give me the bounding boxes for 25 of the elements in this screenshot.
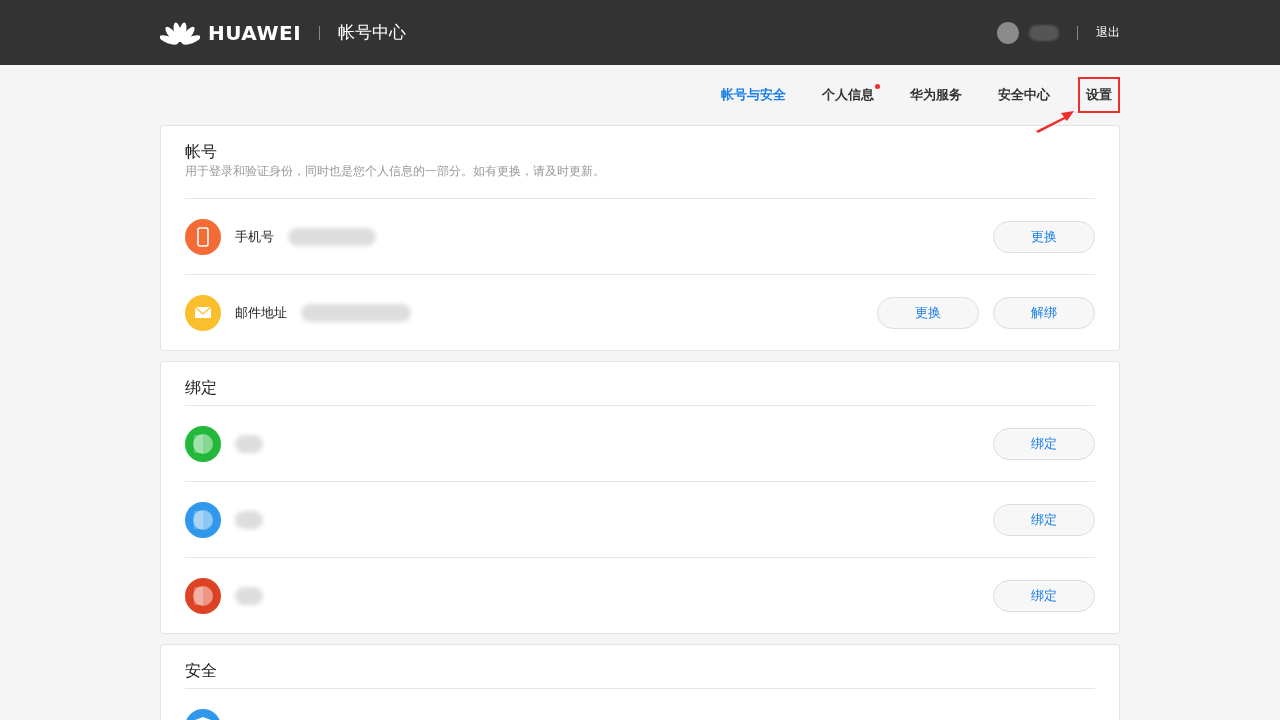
redacted-text [235,586,263,605]
action-button[interactable]: 更换 [993,220,1095,253]
avatar[interactable] [997,21,1019,44]
logout-link[interactable]: 退出 [1096,24,1120,41]
row-label: 手机号 [235,227,274,246]
section-description: 用于登录和验证身份，同时也是您个人信息的一部分。如有更换，请及时更新。 [185,163,606,180]
action-button[interactable]: 绑定 [993,503,1095,536]
nav-tab[interactable]: 个人信息 [814,77,882,113]
section-title: 安全 [185,660,218,682]
nav-tab[interactable]: 帐号与安全 [713,77,794,113]
redacted-username [1029,24,1059,41]
action-button[interactable]: 绑定 [993,427,1095,460]
page-title: 帐号中心 [338,21,407,44]
brand-name: HUAWEI [208,20,302,45]
section-title: 帐号 [185,141,218,163]
section-title: 绑定 [185,377,218,399]
nav-tab[interactable]: 安全中心 [990,77,1058,113]
action-button[interactable]: 解绑 [993,296,1095,329]
nav-tab[interactable]: 华为服务 [902,77,970,113]
redacted-text [235,434,263,453]
row-label: 邮件地址 [235,303,287,322]
annotation-arrow [1034,109,1076,133]
redacted-text [235,510,263,529]
action-button[interactable]: 更换 [877,296,979,329]
action-button[interactable]: 绑定 [993,579,1095,612]
